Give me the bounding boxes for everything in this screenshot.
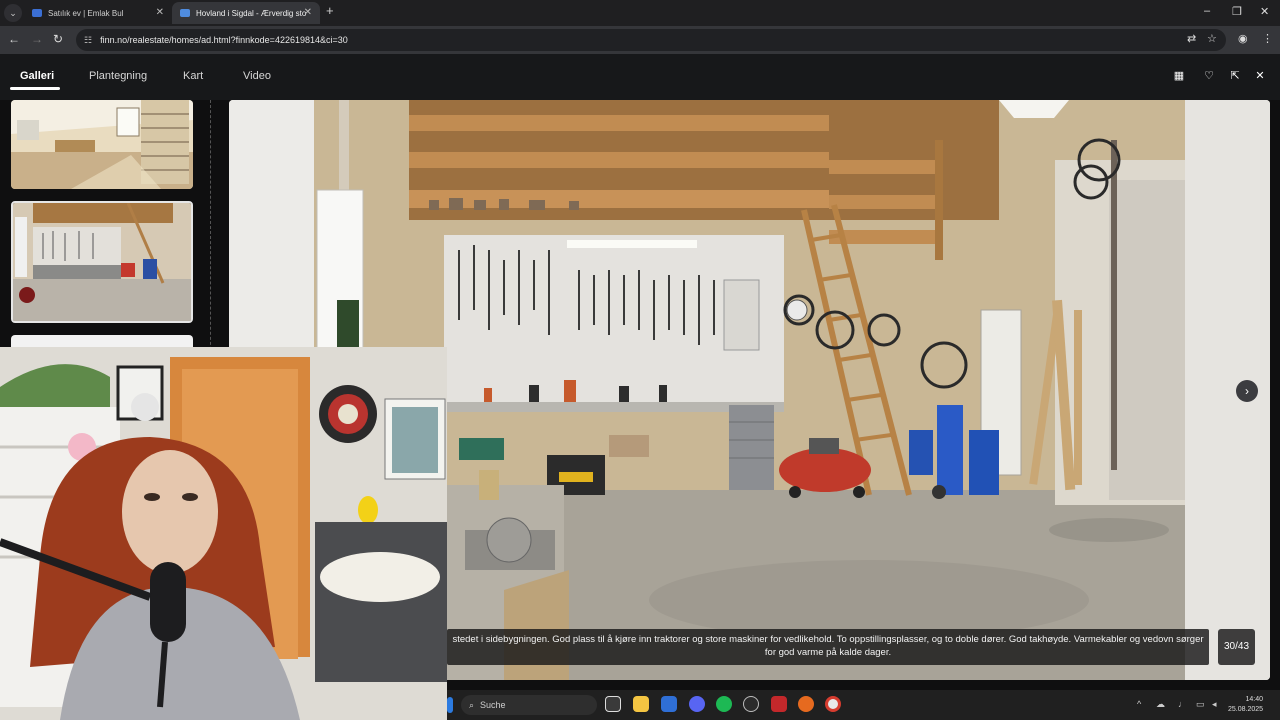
tab-plantegning[interactable]: Plantegning [89, 70, 147, 82]
store-icon[interactable] [661, 696, 677, 712]
share-icon[interactable]: ⇱ [1225, 66, 1245, 86]
active-tab-indicator [10, 87, 60, 90]
tab-galleri[interactable]: Galleri [20, 70, 54, 82]
clock-date: 25.08.2025 [1228, 706, 1264, 713]
browser-tab-emlak[interactable]: Satılık ev | Emlak Bul ✕ [24, 2, 172, 24]
microphone-icon[interactable]: ♩ [1178, 699, 1187, 709]
photo-caption: stedet i sidebygningen. God plass til å … [447, 629, 1209, 665]
chevron-up-icon[interactable]: ^ [1137, 699, 1141, 709]
webcam-overlay [0, 347, 447, 720]
task-view-icon[interactable] [605, 696, 621, 712]
browser-tab-strip: ⌄ Satılık ev | Emlak Bul ✕ Hovland i Sig… [0, 0, 1280, 26]
window-close-icon[interactable]: ✕ [1260, 5, 1269, 18]
volume-icon[interactable]: ◂ [1212, 699, 1217, 710]
forward-arrow-icon[interactable]: → [31, 32, 43, 46]
video-app-icon[interactable] [771, 696, 787, 712]
tab-video[interactable]: Video [243, 70, 271, 82]
minimize-icon[interactable]: – [1204, 5, 1210, 17]
tune-icon[interactable]: ☷ [84, 35, 92, 46]
profile-icon[interactable]: ◉ [1238, 32, 1248, 45]
plus-icon[interactable]: + [326, 3, 334, 18]
viewer-nav: Galleri Plantegning Kart Video ▦ ♡ ⇱ ✕ [0, 54, 1280, 100]
search-icon: ⌕ [469, 699, 475, 710]
chevron-right-icon[interactable]: › [1236, 380, 1258, 402]
close-tab-icon[interactable]: ✕ [156, 7, 164, 18]
gallery-divider [210, 100, 211, 360]
tab-title: Satılık ev | Emlak Bul [48, 8, 124, 18]
thumbnail-next[interactable] [11, 335, 193, 347]
back-arrow-icon[interactable]: ← [8, 32, 20, 46]
thumbnail-garage-selected[interactable] [11, 201, 193, 323]
kebab-menu-icon[interactable]: ⋮ [1262, 32, 1273, 45]
start-icon[interactable] [447, 697, 453, 713]
network-icon[interactable]: ▭ [1196, 699, 1205, 710]
taskbar-search[interactable]: ⌕ Suche [461, 695, 597, 715]
chevron-down-icon[interactable]: ⌄ [4, 4, 22, 22]
browser-tab-hovland[interactable]: Hovland i Sigdal - Ærverdig sto ✕ [172, 2, 320, 24]
star-icon[interactable]: ☆ [1207, 32, 1217, 45]
cloud-icon[interactable]: ☁ [1156, 699, 1165, 710]
firefox-icon[interactable] [798, 696, 814, 712]
calendar-icon[interactable]: ▦ [1169, 66, 1189, 86]
taskbar-clock[interactable]: 14:40 25.08.2025 [1228, 695, 1263, 715]
favicon-icon [180, 9, 190, 17]
address-bar[interactable]: ☷ finn.no/realestate/homes/ad.html?finnk… [76, 29, 1226, 51]
favicon-icon [32, 9, 42, 17]
browser-toolbar: ← → ↻ ☷ finn.no/realestate/homes/ad.html… [0, 26, 1280, 54]
restore-icon[interactable]: ❐ [1232, 5, 1242, 18]
close-icon[interactable]: ✕ [1250, 66, 1270, 86]
clock-time: 14:40 [1245, 696, 1264, 703]
heart-icon[interactable]: ♡ [1199, 66, 1219, 86]
chrome-icon[interactable] [825, 696, 841, 712]
photo-counter: 30/43 [1218, 629, 1255, 665]
discord-icon[interactable] [689, 696, 705, 712]
file-explorer-icon[interactable] [633, 696, 649, 712]
tab-kart[interactable]: Kart [183, 70, 203, 82]
spotify-icon[interactable] [716, 696, 732, 712]
url-text: finn.no/realestate/homes/ad.html?finnkod… [100, 35, 348, 45]
close-tab-icon[interactable]: ✕ [304, 7, 312, 18]
translate-icon[interactable]: ⇄ [1187, 32, 1196, 45]
tab-title: Hovland i Sigdal - Ærverdig sto [196, 8, 307, 18]
obs-icon[interactable] [743, 696, 759, 712]
reload-icon[interactable]: ↻ [53, 32, 63, 46]
search-placeholder: Suche [480, 700, 506, 710]
thumbnail-kitchen[interactable] [11, 100, 193, 189]
